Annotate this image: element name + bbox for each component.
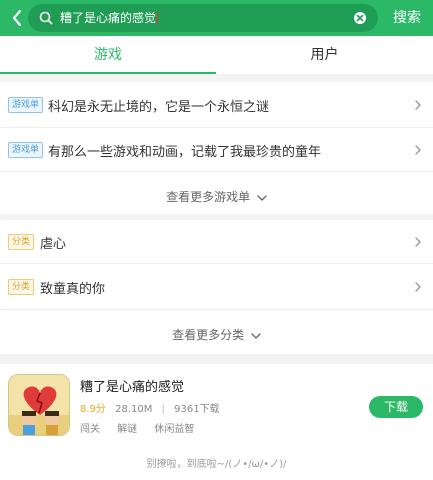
game-cover-icon[interactable]	[8, 374, 70, 436]
app-meta: 8.9分 28.10M | 9361下载	[80, 400, 220, 415]
back-arrow-icon	[12, 9, 22, 27]
result-tabs: 游戏 用户	[0, 36, 433, 74]
close-icon	[356, 14, 364, 22]
game-list-title: 科幻是永无止境的，它是一个永恒之谜	[48, 100, 270, 115]
category-item[interactable]: 分类 致童真的你	[0, 264, 433, 310]
game-list-tag: 游戏单	[8, 142, 44, 158]
tab-users[interactable]: 用户	[216, 36, 433, 74]
app-tag: 休闲益智	[154, 424, 195, 435]
download-button[interactable]: 下载	[369, 396, 423, 418]
app-name[interactable]: 糟了是心痛的感觉	[80, 376, 184, 395]
more-categories-link[interactable]: 查看更多分类	[0, 326, 433, 343]
game-list-tag: 游戏单	[8, 97, 44, 113]
search-input[interactable]: 糟了是心痛的感觉	[28, 4, 378, 32]
game-list-item[interactable]: 游戏单 有那么一些游戏和动画，记载了我最珍贵的童年	[0, 128, 433, 172]
category-title: 致童真的你	[40, 282, 106, 297]
text-caret	[157, 12, 159, 25]
more-categories-label: 查看更多分类	[172, 328, 245, 342]
section-divider	[0, 354, 433, 364]
chevron-right-icon	[415, 145, 421, 155]
back-button[interactable]	[4, 4, 30, 32]
meta-divider: |	[161, 404, 165, 415]
app-size: 28.10M	[115, 404, 153, 415]
top-bar: 糟了是心痛的感觉 搜索	[0, 0, 433, 36]
game-list-title: 有那么一些游戏和动画，记载了我最珍贵的童年	[48, 145, 322, 160]
category-tag: 分类	[8, 234, 35, 250]
category-title: 虐心	[40, 237, 67, 252]
chevron-right-icon	[415, 100, 421, 110]
app-downloads: 9361下载	[174, 404, 220, 415]
app-tag: 闯关	[80, 424, 100, 435]
chevron-down-icon	[257, 194, 267, 201]
game-list-item[interactable]: 游戏单 科幻是永无止境的，它是一个永恒之谜	[0, 82, 433, 128]
chevron-right-icon	[415, 237, 421, 247]
app-result-item[interactable]: 糟了是心痛的感觉 8.9分 28.10M | 9361下载 闯关 解谜 休闲益智…	[0, 364, 433, 446]
section-divider	[0, 74, 433, 82]
end-of-list-note: 别撩啦，到底啦~/(ノ•/ω/•ノ)/	[146, 459, 287, 470]
more-game-lists-link[interactable]: 查看更多游戏单	[0, 188, 433, 205]
tab-games[interactable]: 游戏	[0, 36, 216, 74]
chevron-down-icon	[251, 332, 261, 339]
category-item[interactable]: 分类 虐心	[0, 220, 433, 264]
app-tag: 解谜	[117, 424, 138, 435]
more-game-lists-label: 查看更多游戏单	[166, 190, 251, 204]
search-query-text[interactable]: 糟了是心痛的感觉	[60, 4, 159, 32]
app-rating: 8.9分	[80, 404, 106, 415]
app-tags: 闯关 解谜 休闲益智	[80, 420, 208, 435]
chevron-right-icon	[415, 282, 421, 292]
clear-search-icon[interactable]	[354, 12, 366, 24]
category-tag: 分类	[8, 279, 35, 295]
search-button[interactable]: 搜索	[393, 0, 421, 36]
search-icon	[39, 11, 53, 25]
